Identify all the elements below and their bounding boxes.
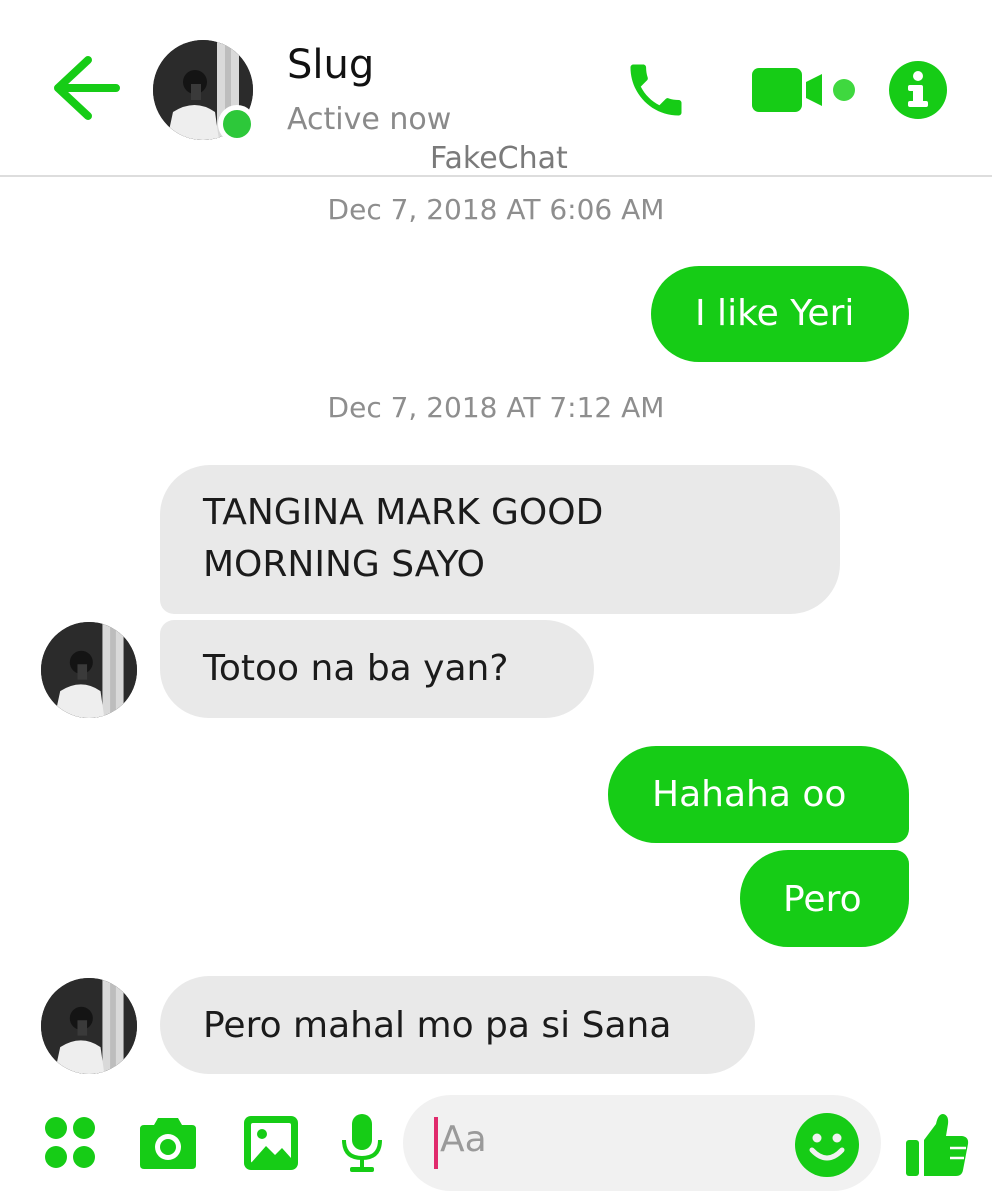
active-status-dot [218,105,256,143]
incoming-message[interactable]: Pero mahal mo pa si Sana [160,976,755,1074]
emoji-button[interactable] [794,1112,860,1178]
video-camera-icon [752,68,855,112]
phone-icon [630,64,682,116]
message-timestamp: Dec 7, 2018 AT 7:12 AM [327,391,665,424]
call-button[interactable] [622,56,690,124]
emoji-icon [795,1113,859,1177]
back-arrow-icon [54,56,120,120]
camera-button[interactable] [136,1115,200,1171]
contact-status: Active now [287,102,452,137]
gallery-icon [244,1116,298,1170]
avatar-photo [41,622,137,718]
message-line: TANGINA MARK GOOD [203,492,604,533]
apps-grid-icon [45,1117,95,1168]
microphone-icon [342,1114,382,1172]
contact-name[interactable]: Slug [287,42,374,88]
incoming-message[interactable]: Totoo na ba yan? [160,620,594,718]
outgoing-message[interactable]: Hahaha oo [608,746,909,843]
text-caret [434,1117,438,1169]
message-input-placeholder: Aa [440,1119,487,1160]
info-button[interactable] [888,60,948,120]
voice-button[interactable] [340,1112,384,1174]
thumbs-up-icon [906,1114,969,1176]
outgoing-message[interactable]: Pero [740,850,909,947]
sender-avatar[interactable] [41,622,137,718]
info-icon [889,61,947,119]
header-divider [0,175,992,177]
like-button[interactable] [904,1110,970,1178]
back-button[interactable] [48,52,128,124]
app-label: FakeChat [430,141,568,176]
sender-avatar[interactable] [41,978,137,1074]
apps-button[interactable] [44,1116,96,1170]
message-line: MORNING SAYO [203,544,485,585]
gallery-button[interactable] [242,1114,300,1172]
camera-icon [140,1118,196,1169]
incoming-message[interactable]: TANGINA MARK GOOD MORNING SAYO [160,465,840,614]
outgoing-message[interactable]: I like Yeri [651,266,909,362]
video-call-button[interactable] [750,66,860,114]
avatar-photo [41,978,137,1074]
message-timestamp: Dec 7, 2018 AT 6:06 AM [327,193,665,226]
